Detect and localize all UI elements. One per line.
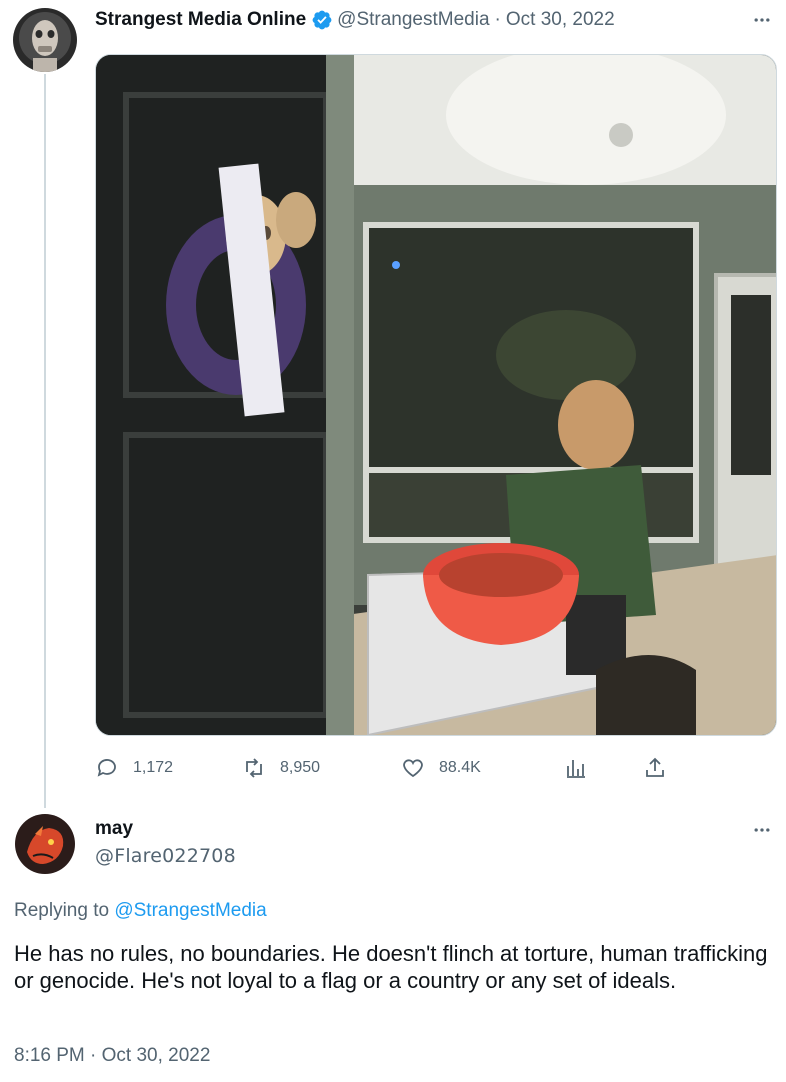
replying-to-prefix: Replying to: [14, 900, 110, 921]
author-avatar[interactable]: [13, 8, 77, 72]
replying-to-mention-link[interactable]: @StrangestMedia: [114, 900, 266, 921]
retweet-icon: [246, 758, 262, 778]
reply-author-avatar[interactable]: [13, 812, 77, 876]
tweet-media-video[interactable]: [95, 54, 777, 736]
avatar-dragon-image: [13, 812, 77, 876]
thread-connector-line: [44, 74, 46, 808]
view-analytics-button[interactable]: [564, 753, 588, 783]
author-handle[interactable]: @StrangestMedia: [337, 9, 489, 31]
reply-icon: [97, 759, 116, 777]
tweet-date[interactable]: Oct 30, 2022: [506, 9, 615, 31]
reply-timestamp[interactable]: 8:16 PM · Oct 30, 2022: [14, 1045, 210, 1067]
tweet-action-bar: 1,172 8,950 88.4K: [95, 753, 675, 783]
more-options-button[interactable]: [750, 8, 774, 32]
reply-count: 1,172: [133, 759, 174, 776]
like-count: 88.4K: [439, 759, 481, 776]
reply-button[interactable]: 1,172: [95, 753, 173, 783]
reply-author-name[interactable]: may: [95, 818, 133, 840]
author-display-name[interactable]: Strangest Media Online: [95, 9, 306, 31]
reply-author-handle[interactable]: @Flare022708: [95, 845, 236, 867]
like-button[interactable]: 88.4K: [401, 753, 481, 783]
share-upload-icon: [646, 757, 664, 777]
video-thumbnail-icon: [96, 55, 776, 735]
heart-icon: [403, 759, 423, 778]
reply-more-options-button[interactable]: [750, 818, 774, 842]
header-separator: ·: [494, 9, 501, 30]
share-button[interactable]: [643, 753, 667, 783]
verified-badge-icon: [311, 9, 333, 31]
retweet-button[interactable]: 8,950: [242, 753, 320, 783]
tweet-header: Strangest Media Online @StrangestMedia ·…: [95, 8, 615, 32]
analytics-chart-icon: [567, 760, 585, 778]
replying-to-line: Replying to @StrangestMedia: [14, 900, 267, 922]
more-dots-icon: [754, 18, 770, 22]
more-dots-icon: [754, 828, 770, 832]
avatar-skull-image: [13, 8, 77, 72]
retweet-count: 8,950: [280, 759, 321, 776]
reply-body-text: He has no rules, no boundaries. He doesn…: [14, 941, 768, 993]
